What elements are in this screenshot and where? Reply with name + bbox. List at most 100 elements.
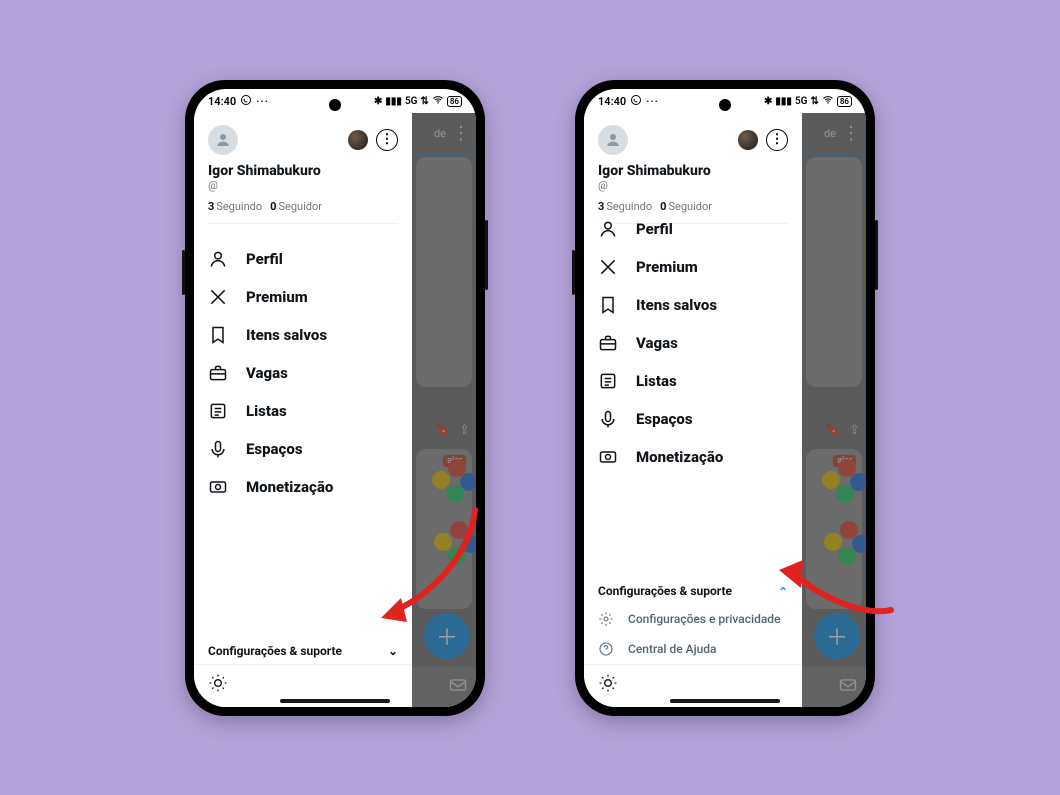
submenu-label: Central de Ajuda: [628, 642, 717, 656]
menu-item-vagas[interactable]: Vagas: [200, 354, 406, 392]
phone-frame-right: 14:40 ··· ✱ ▮▮▮ 5G ⇅ 86: [575, 80, 875, 716]
gesture-bar: [670, 699, 780, 703]
submenu-settings-privacy[interactable]: Configurações e privacidade: [598, 604, 788, 634]
menu-item-premium[interactable]: Premium: [590, 248, 796, 286]
profile-name[interactable]: Igor Shimabukuro: [598, 163, 788, 179]
tutorial-stage: 14:40 ··· ✱ ▮▮▮ 5G ⇅ 86: [0, 0, 1060, 795]
submenu-label: Configurações e privacidade: [628, 612, 781, 626]
clock-text: 14:40: [598, 95, 626, 108]
menu-item-monetizacao[interactable]: Monetização: [590, 438, 796, 476]
followers-stat[interactable]: 0Seguidor: [270, 200, 322, 213]
gear-icon: [598, 611, 614, 627]
person-icon: [208, 249, 228, 269]
list-icon: [208, 401, 228, 421]
menu-item-vagas[interactable]: Vagas: [590, 324, 796, 362]
menu-label: Itens salvos: [636, 296, 717, 314]
x-icon: [208, 287, 228, 307]
profile-handle: @: [208, 179, 398, 192]
support-toggle[interactable]: Configurações & suporte ⌄: [598, 578, 788, 604]
profile-avatar[interactable]: [208, 125, 238, 155]
chevron-down-icon: ⌄: [388, 644, 398, 658]
chevron-up-icon: ⌄: [778, 584, 788, 598]
following-stat[interactable]: 3Seguindo: [208, 200, 262, 213]
menu-label: Vagas: [636, 334, 678, 352]
menu-label: Perfil: [246, 250, 283, 268]
mic-icon: [208, 439, 228, 459]
menu-item-monetizacao[interactable]: Monetização: [200, 468, 406, 506]
menu-label: Monetização: [636, 448, 723, 466]
menu-label: Vagas: [246, 364, 288, 382]
profile-name[interactable]: Igor Shimabukuro: [208, 163, 398, 179]
menu-label: Espaços: [636, 410, 693, 428]
money-icon: [598, 447, 618, 467]
whatsapp-icon: [240, 94, 252, 109]
bookmark-icon: [598, 295, 618, 315]
drawer-menu: Perfil Premium Itens salvos Vagas: [194, 236, 412, 506]
menu-item-itens-salvos[interactable]: Itens salvos: [590, 286, 796, 324]
data-arrows-icon: ⇅: [420, 96, 428, 107]
menu-item-itens-salvos[interactable]: Itens salvos: [200, 316, 406, 354]
account-switch-avatar[interactable]: [738, 130, 758, 150]
menu-item-perfil[interactable]: Perfil: [590, 210, 796, 248]
menu-item-listas[interactable]: Listas: [200, 392, 406, 430]
help-icon: [598, 641, 614, 657]
clock-text: 14:40: [208, 95, 236, 108]
menu-item-espacos[interactable]: Espaços: [590, 400, 796, 438]
phone-screen-left: 14:40 ··· ✱ ▮▮▮ 5G ⇅ 86: [194, 89, 476, 707]
divider: [208, 223, 398, 224]
briefcase-icon: [208, 363, 228, 383]
drawer-menu: Perfil Premium Itens salvos Vagas: [584, 206, 802, 476]
menu-label: Monetização: [246, 478, 333, 496]
person-icon: [598, 219, 618, 239]
menu-item-perfil[interactable]: Perfil: [200, 240, 406, 278]
side-drawer: ⋮ Igor Shimabukuro @ 3Seguindo 0Seguidor: [194, 113, 412, 707]
data-arrows-icon: ⇅: [810, 96, 818, 107]
theme-toggle-button[interactable]: [598, 678, 618, 697]
bluetooth-icon: ✱: [764, 96, 772, 107]
gesture-bar: [280, 699, 390, 703]
more-dots-icon: ···: [646, 95, 659, 108]
more-accounts-button[interactable]: ⋮: [766, 129, 788, 151]
bluetooth-icon: ✱: [374, 96, 382, 107]
list-icon: [598, 371, 618, 391]
signal-icon: ▮▮▮: [385, 96, 402, 107]
side-drawer: ⋮ Igor Shimabukuro @ 3Seguindo 0Seguidor: [584, 113, 802, 707]
battery-icon: 86: [837, 96, 852, 107]
network-label: 5G: [795, 96, 808, 107]
menu-item-premium[interactable]: Premium: [200, 278, 406, 316]
menu-label: Premium: [636, 258, 698, 276]
more-dots-icon: ···: [256, 95, 269, 108]
support-title: Configurações & suporte: [208, 644, 342, 658]
submenu-help-center[interactable]: Central de Ajuda: [598, 634, 788, 664]
x-icon: [598, 257, 618, 277]
mic-icon: [598, 409, 618, 429]
bookmark-icon: [208, 325, 228, 345]
menu-label: Itens salvos: [246, 326, 327, 344]
menu-label: Listas: [246, 402, 287, 420]
menu-item-listas[interactable]: Listas: [590, 362, 796, 400]
whatsapp-icon: [630, 94, 642, 109]
front-camera: [719, 99, 731, 111]
money-icon: [208, 477, 228, 497]
profile-handle: @: [598, 179, 788, 192]
wifi-icon: [432, 94, 444, 109]
phone-screen-right: 14:40 ··· ✱ ▮▮▮ 5G ⇅ 86: [584, 89, 866, 707]
menu-label: Listas: [636, 372, 677, 390]
phone-frame-left: 14:40 ··· ✱ ▮▮▮ 5G ⇅ 86: [185, 80, 485, 716]
signal-icon: ▮▮▮: [775, 96, 792, 107]
front-camera: [329, 99, 341, 111]
menu-item-espacos[interactable]: Espaços: [200, 430, 406, 468]
menu-label: Espaços: [246, 440, 303, 458]
dimmed-app-backdrop: de ⋮ apas e 🔖 ⇪ aler: [802, 113, 866, 707]
support-toggle[interactable]: Configurações & suporte ⌄: [208, 638, 398, 664]
battery-icon: 86: [447, 96, 462, 107]
account-switch-avatar[interactable]: [348, 130, 368, 150]
dimmed-app-backdrop: de ⋮ apas e 🔖 ⇪ aler: [412, 113, 476, 707]
menu-label: Perfil: [636, 220, 673, 238]
theme-toggle-button[interactable]: [208, 678, 228, 697]
support-title: Configurações & suporte: [598, 584, 732, 598]
profile-avatar[interactable]: [598, 125, 628, 155]
wifi-icon: [822, 94, 834, 109]
network-label: 5G: [405, 96, 418, 107]
more-accounts-button[interactable]: ⋮: [376, 129, 398, 151]
